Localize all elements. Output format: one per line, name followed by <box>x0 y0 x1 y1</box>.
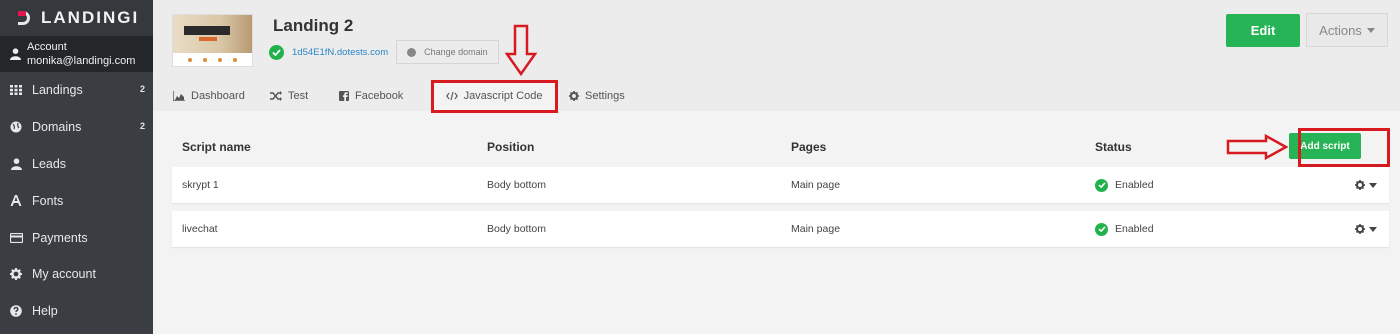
landing-tabs: Dashboard Test Facebook Javascript Code … <box>173 80 637 112</box>
pages-cell: Main page <box>791 223 841 235</box>
tab-settings[interactable]: Settings <box>557 80 637 112</box>
position-cell: Body bottom <box>487 223 546 235</box>
actions-label: Actions <box>1319 22 1362 38</box>
landingi-logo-icon <box>18 11 36 25</box>
logo[interactable]: LANDINGI <box>0 0 153 36</box>
annotation-down-arrow-icon <box>504 24 538 77</box>
area-chart-icon <box>173 91 185 101</box>
sidebar-item-label: Domains <box>32 120 82 135</box>
sidebar-item-label: Landings <box>32 83 83 98</box>
sidebar-item-label: Fonts <box>32 193 64 208</box>
status-cell: Enabled <box>1095 167 1154 203</box>
status-text: Enabled <box>1115 223 1154 235</box>
position-cell: Body bottom <box>487 179 546 191</box>
account-email: monika@landingi.com <box>27 55 136 67</box>
script-name-cell: skrypt 1 <box>182 179 219 191</box>
font-icon <box>9 195 23 207</box>
sidebar-item-leads[interactable]: Leads <box>0 146 153 183</box>
actions-dropdown[interactable]: Actions <box>1306 13 1388 47</box>
sidebar-item-domains[interactable]: Domains 2 <box>0 109 153 146</box>
annotation-highlight-add-button <box>1298 128 1390 167</box>
pages-cell: Main page <box>791 179 841 191</box>
logo-text: LANDINGI <box>41 8 140 27</box>
page-title: Landing 2 <box>273 16 354 35</box>
tab-label: Settings <box>585 90 625 102</box>
table-header: Script name Position Pages Status <box>172 125 1389 169</box>
user-icon <box>9 158 23 170</box>
row-settings-dropdown[interactable] <box>1355 224 1377 234</box>
annotation-right-arrow-icon <box>1226 133 1289 161</box>
caret-down-icon <box>1369 226 1377 232</box>
status-text: Enabled <box>1115 179 1154 191</box>
status-cell: Enabled <box>1095 211 1154 247</box>
script-name-cell: livechat <box>182 223 218 235</box>
tab-facebook[interactable]: Facebook <box>339 80 431 112</box>
gear-icon <box>569 91 579 101</box>
scripts-panel: Script name Position Pages Status Add sc… <box>153 111 1400 334</box>
domain-link[interactable]: 1d54E1fN.dotests.com <box>292 47 388 58</box>
account-menu[interactable]: Account monika@landingi.com <box>0 36 153 72</box>
landing-header: Landing 2 1d54E1fN.dotests.com Change do… <box>153 0 1400 112</box>
change-domain-label: Change domain <box>424 47 488 57</box>
annotation-highlight-tab <box>431 80 558 113</box>
landings-count-badge: 2 <box>139 84 145 94</box>
sidebar-item-my-account[interactable]: My account <box>0 256 153 293</box>
column-header-position: Position <box>487 140 535 154</box>
question-icon <box>9 305 23 317</box>
tab-test[interactable]: Test <box>270 80 339 112</box>
gear-icon <box>1355 180 1365 190</box>
column-header-script-name: Script name <box>182 140 251 154</box>
sidebar-item-label: My account <box>32 267 96 282</box>
tab-label: Dashboard <box>191 90 245 102</box>
row-settings-dropdown[interactable] <box>1355 180 1377 190</box>
sidebar-item-fonts[interactable]: Fonts <box>0 182 153 219</box>
tab-dashboard[interactable]: Dashboard <box>173 80 270 112</box>
gear-icon <box>1355 224 1365 234</box>
facebook-icon <box>339 91 349 101</box>
sidebar-item-landings[interactable]: Landings 2 <box>0 72 153 109</box>
check-circle-icon <box>1095 178 1108 192</box>
landing-thumbnail[interactable] <box>172 14 253 67</box>
user-icon <box>9 48 21 60</box>
sidebar-item-label: Payments <box>32 230 88 245</box>
gear-icon <box>9 268 23 281</box>
account-label: Account <box>27 41 67 53</box>
caret-down-icon <box>1369 182 1377 188</box>
sidebar-item-payments[interactable]: Payments <box>0 219 153 256</box>
caret-down-icon <box>1366 27 1375 33</box>
tab-label: Facebook <box>355 90 404 102</box>
shuffle-icon <box>270 91 282 101</box>
sidebar: LANDINGI Account monika@landingi.com Lan… <box>0 0 153 334</box>
column-header-pages: Pages <box>791 140 827 154</box>
grid-icon <box>9 85 23 96</box>
column-header-status: Status <box>1095 140 1132 154</box>
check-circle-icon <box>1095 222 1108 236</box>
check-circle-icon <box>269 44 284 60</box>
table-row: skrypt 1 Body bottom Main page Enabled <box>172 167 1389 203</box>
sidebar-item-label: Leads <box>32 156 67 171</box>
credit-card-icon <box>9 232 23 243</box>
sidebar-item-label: Help <box>32 304 58 319</box>
edit-button[interactable]: Edit <box>1226 14 1300 47</box>
table-row: livechat Body bottom Main page Enabled <box>172 211 1389 247</box>
sidebar-item-help[interactable]: Help <box>0 293 153 330</box>
change-domain-button[interactable]: Change domain <box>396 40 499 64</box>
domains-count-badge: 2 <box>139 120 145 131</box>
tab-label: Test <box>288 90 309 102</box>
globe-icon <box>9 121 23 133</box>
globe-icon <box>407 47 417 57</box>
